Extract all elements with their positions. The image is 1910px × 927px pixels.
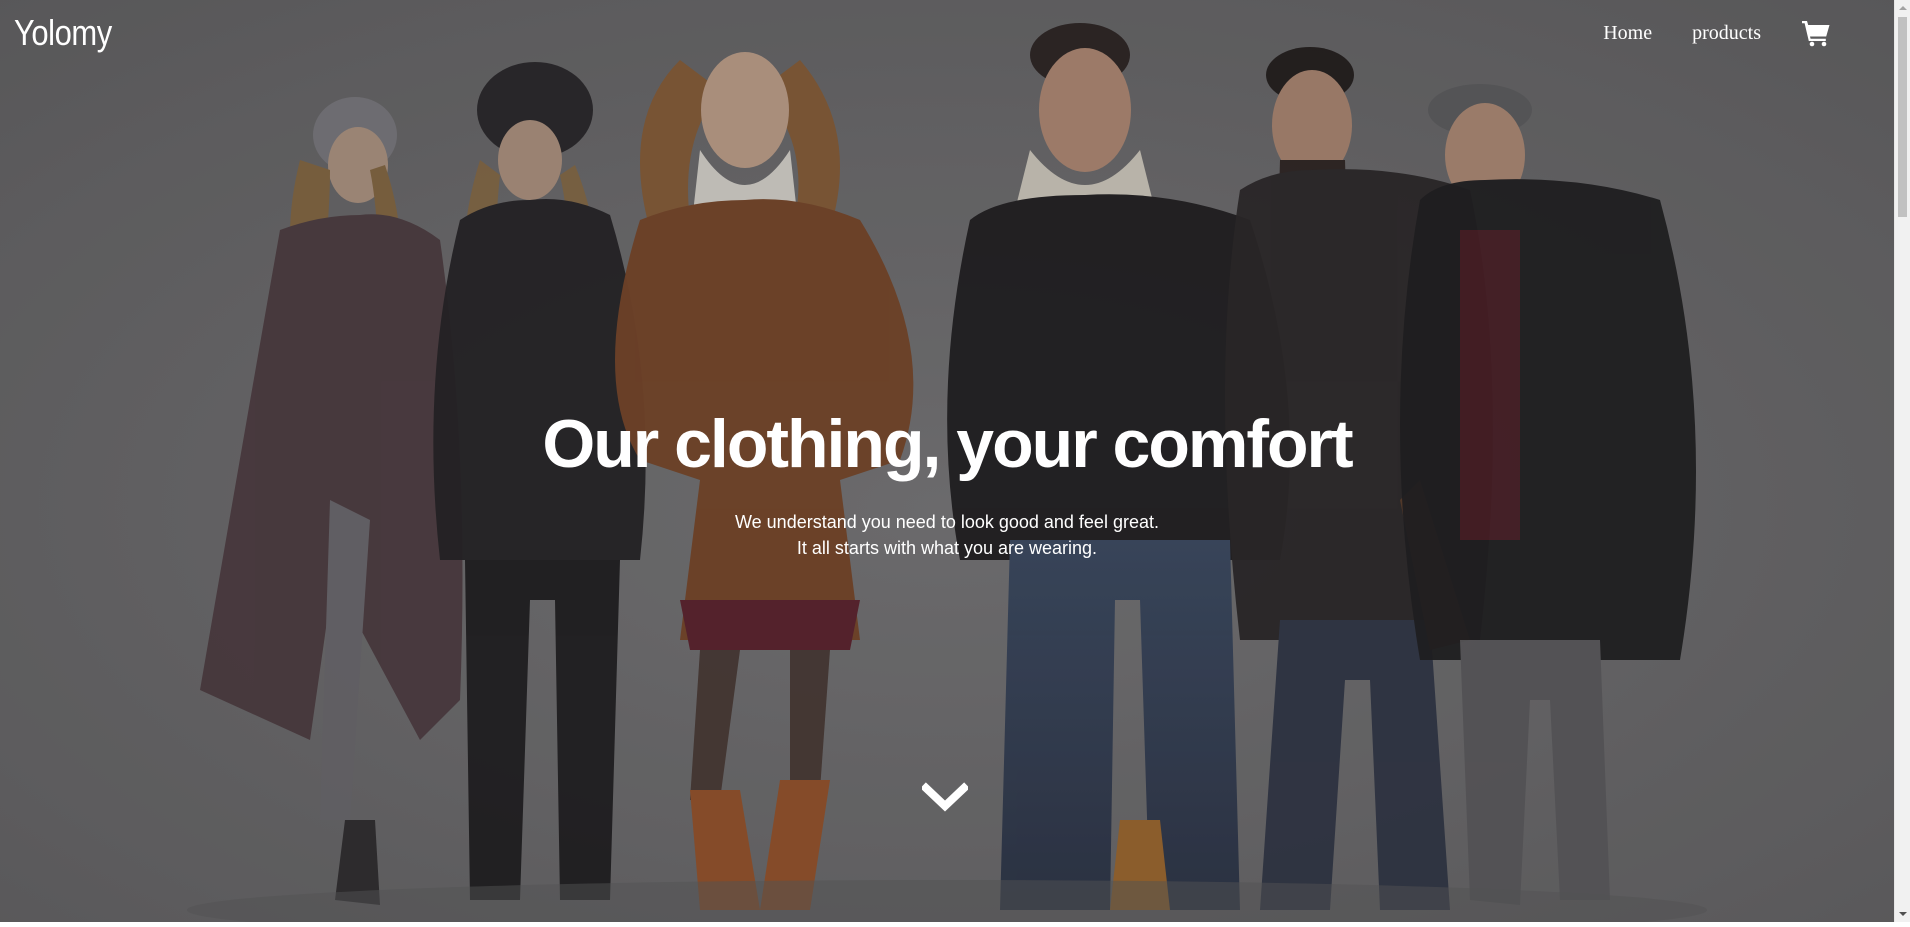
brand-logo[interactable]: Yolomy: [14, 12, 112, 54]
page-viewport: Yolomy Home products Our clothing, your …: [0, 0, 1894, 922]
hero-section: Yolomy Home products Our clothing, your …: [0, 0, 1894, 922]
chevron-down-icon[interactable]: [920, 782, 970, 816]
hero-headline: Our clothing, your comfort: [542, 406, 1353, 482]
shopping-cart-icon[interactable]: [1801, 18, 1831, 48]
scrollbar-thumb[interactable]: [1898, 17, 1907, 217]
nav-home-link[interactable]: Home: [1603, 22, 1652, 45]
scroll-up-arrow-icon[interactable]: [1895, 0, 1910, 16]
hero-subline-2: It all starts with what you are wearing.: [796, 538, 1098, 558]
top-navbar: Yolomy Home products: [0, 0, 1894, 70]
scroll-down-arrow-icon[interactable]: [1895, 906, 1910, 922]
nav-links: Home products: [1603, 18, 1831, 48]
nav-products-link[interactable]: products: [1692, 22, 1761, 45]
vertical-scrollbar[interactable]: [1894, 0, 1910, 922]
hero-subline-1: We understand you need to look good and …: [735, 512, 1159, 532]
